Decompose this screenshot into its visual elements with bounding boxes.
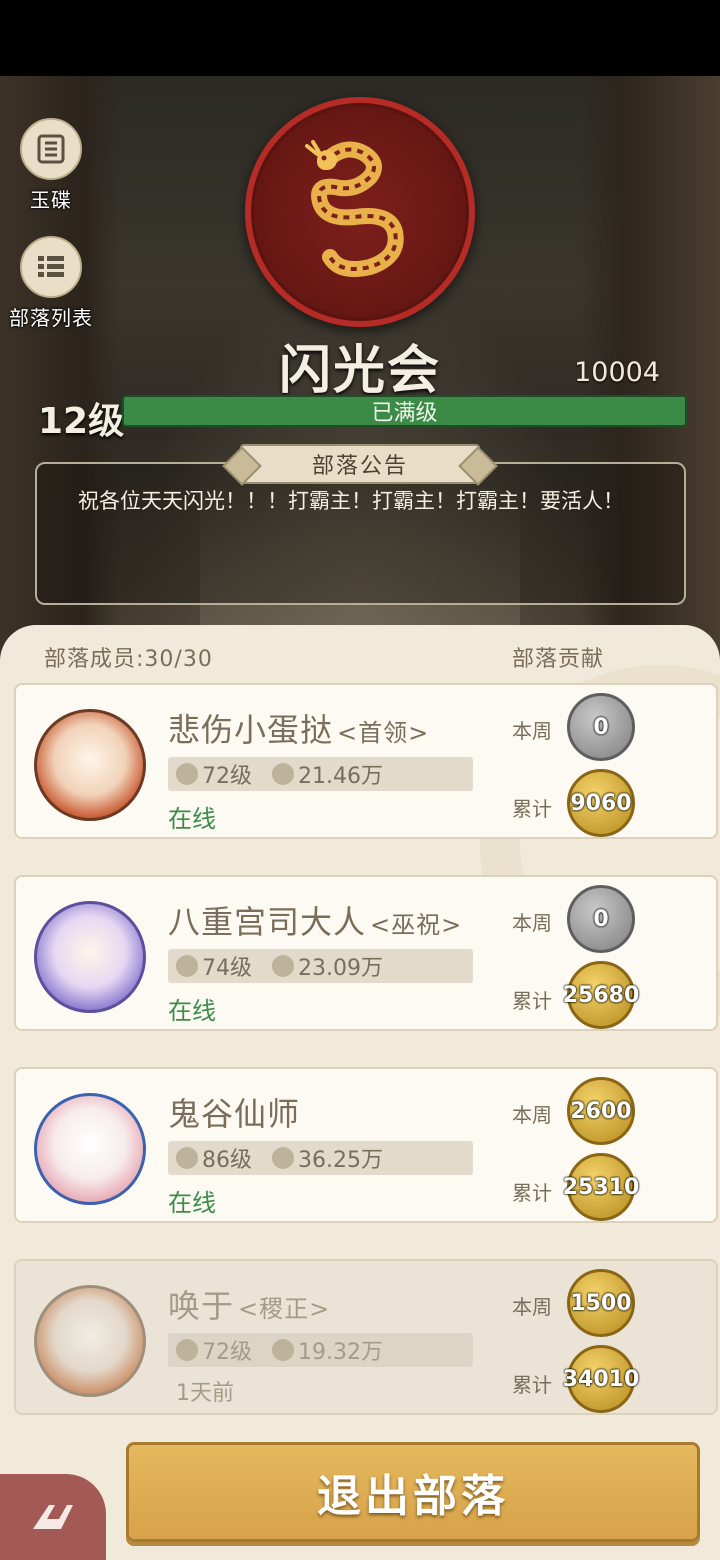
guild-id: 10004: [574, 357, 660, 388]
total-contribution: 25310: [563, 1153, 639, 1221]
member-role: <稷正>: [238, 1295, 331, 1323]
total-label: 累计: [512, 989, 552, 1013]
members-count: 部落成员:30/30: [44, 647, 213, 672]
member-level: 74级: [202, 956, 252, 981]
app-logo-icon: [33, 1505, 73, 1529]
floating-app-button[interactable]: [0, 1474, 106, 1560]
member-card[interactable]: 八重宫司大人 <巫祝> 74级 23.09万 在线 本周 累计 0 25680: [14, 875, 718, 1031]
jade-tablet-button[interactable]: 玉碟: [0, 118, 106, 213]
member-power: 36.25万: [298, 1148, 383, 1173]
tribe-list-button[interactable]: 部落列表: [0, 236, 106, 331]
weekly-label: 本周: [512, 1295, 552, 1319]
weekly-label: 本周: [512, 1103, 552, 1127]
member-status: 在线: [168, 805, 216, 833]
member-status: 在线: [168, 997, 216, 1025]
member-name-text: 唤于: [168, 1287, 235, 1325]
member-stats: 72级 21.46万: [168, 757, 473, 791]
member-name-text: 鬼谷仙师: [168, 1095, 301, 1133]
total-label: 累计: [512, 1373, 552, 1397]
member-status: 1天前: [176, 1381, 234, 1406]
member-status: 在线: [168, 1189, 216, 1217]
notice-title: 部落公告: [240, 444, 480, 484]
avatar: [34, 1285, 146, 1397]
list-book-icon: [20, 118, 82, 180]
contribution-header: 部落贡献: [512, 647, 605, 672]
level-icon: [176, 955, 198, 977]
tribe-list-label: 部落列表: [9, 306, 93, 330]
total-label: 累计: [512, 797, 552, 821]
weekly-label: 本周: [512, 911, 552, 935]
member-power: 23.09万: [298, 956, 383, 981]
member-stats: 86级 36.25万: [168, 1141, 473, 1175]
avatar: [34, 709, 146, 821]
paw-icon: [272, 1339, 294, 1361]
member-role: <首领>: [337, 719, 430, 747]
weekly-contribution: 2600: [567, 1077, 635, 1145]
member-power: 19.32万: [298, 1340, 383, 1365]
weekly-label: 本周: [512, 719, 552, 743]
total-label: 累计: [512, 1181, 552, 1205]
level-icon: [176, 1147, 198, 1169]
member-stats: 72级 19.32万: [168, 1333, 473, 1367]
total-contribution: 9060: [567, 769, 635, 837]
weekly-contribution: 0: [567, 693, 635, 761]
member-card[interactable]: 唤于 <稷正> 72级 19.32万 1天前 本周 累计 1500 34010: [14, 1259, 718, 1415]
total-contribution: 34010: [563, 1345, 639, 1413]
member-name-text: 悲伤小蛋挞: [168, 711, 334, 749]
level-status: 已满级: [371, 401, 438, 426]
member-role: <巫祝>: [370, 911, 463, 939]
level-progress-bar: 已满级: [122, 395, 687, 427]
member-level: 72级: [202, 764, 252, 789]
member-name: 悲伤小蛋挞 <首领>: [168, 705, 429, 751]
paw-icon: [272, 763, 294, 785]
status-bar: [0, 0, 720, 76]
weekly-contribution: 0: [567, 885, 635, 953]
avatar: [34, 901, 146, 1013]
level-icon: [176, 763, 198, 785]
member-card[interactable]: 悲伤小蛋挞 <首领> 72级 21.46万 在线 本周 累计 0 9060: [14, 683, 718, 839]
notice-title-text: 部落公告: [311, 454, 408, 479]
member-stats: 74级 23.09万: [168, 949, 473, 983]
member-card[interactable]: 鬼谷仙师 86级 36.25万 在线 本周 累计 2600 25310: [14, 1067, 718, 1223]
avatar: [34, 1093, 146, 1205]
exit-tribe-button[interactable]: 退出部落: [126, 1442, 700, 1542]
dragon-emblem-icon: [245, 97, 475, 327]
total-contribution: 25680: [563, 961, 639, 1029]
level-icon: [176, 1339, 198, 1361]
paw-icon: [272, 955, 294, 977]
weekly-contribution: 1500: [567, 1269, 635, 1337]
member-name: 八重宫司大人 <巫祝>: [168, 897, 462, 943]
member-name: 鬼谷仙师: [168, 1089, 304, 1135]
list-icon: [20, 236, 82, 298]
member-name: 唤于 <稷正>: [168, 1281, 330, 1327]
notice-text: 祝各位天天闪光！！！打霸主！打霸主！打霸主！要活人！: [78, 489, 624, 513]
guild-name: 闪光会: [278, 341, 441, 401]
member-name-text: 八重宫司大人: [168, 903, 367, 941]
member-level: 72级: [202, 1340, 252, 1365]
member-power: 21.46万: [298, 764, 383, 789]
paw-icon: [272, 1147, 294, 1169]
exit-tribe-label: 退出部落: [317, 1471, 509, 1522]
jade-tablet-label: 玉碟: [30, 188, 72, 212]
guild-level: 12级: [38, 401, 125, 442]
member-level: 86级: [202, 1148, 252, 1173]
